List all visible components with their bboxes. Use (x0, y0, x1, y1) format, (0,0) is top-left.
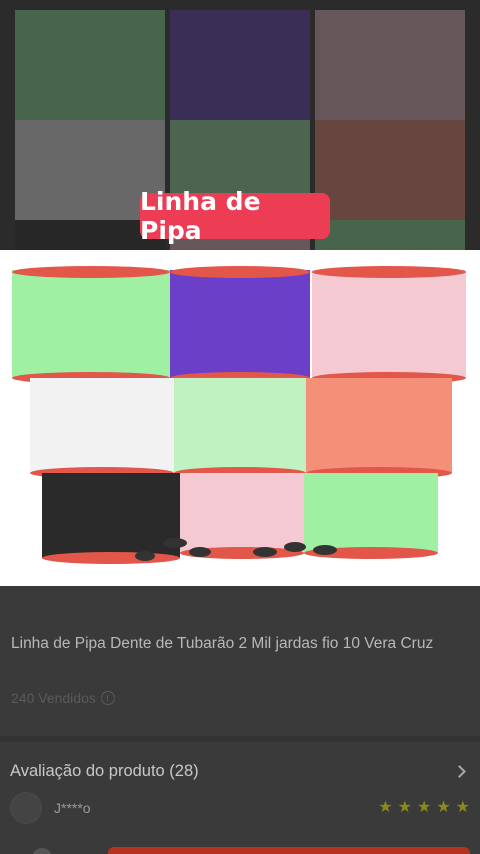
spool-green-top (12, 266, 170, 384)
reviews-title: Avaliação do produto (28) (10, 761, 199, 780)
review-item: J****o ★ ★ ★ ★ ★ (10, 791, 470, 825)
avatar (10, 792, 42, 824)
star-icon: ★ (436, 799, 451, 816)
reviews-header-row[interactable]: Avaliação do produto (28) (10, 756, 470, 786)
bottom-icon[interactable] (32, 848, 52, 854)
star-icon: ★ (397, 799, 412, 816)
product-image[interactable] (0, 250, 480, 586)
product-title: Linha de Pipa Dente de Tubarão 2 Mil jar… (11, 635, 434, 652)
spool-purple-top (170, 266, 310, 384)
blurred-background: Linha de Pipa (0, 0, 480, 250)
sold-count: 240 Vendidos (11, 690, 115, 706)
sold-count-label: 240 Vendidos (11, 690, 96, 706)
chevron-right-icon[interactable] (453, 764, 466, 778)
banner-title: Linha de Pipa (140, 187, 330, 245)
product-info-section: Linha de Pipa Dente de Tubarão 2 Mil jar… (0, 586, 480, 854)
buy-button[interactable] (108, 847, 470, 854)
spool-salmon-middle (306, 378, 452, 479)
info-icon[interactable] (100, 691, 115, 705)
spool-black-bottom (42, 473, 180, 564)
star-icon: ★ (455, 799, 470, 816)
spool-green-middle (174, 378, 306, 479)
section-divider (0, 736, 480, 742)
rating-stars: ★ ★ ★ ★ ★ (378, 800, 470, 816)
star-icon: ★ (378, 799, 393, 816)
spool-pink-top (312, 266, 466, 384)
thread-spools-illustration (12, 266, 466, 564)
reviewer-name: J****o (54, 800, 91, 816)
star-icon: ★ (416, 799, 432, 816)
spool-white-middle (30, 378, 174, 479)
